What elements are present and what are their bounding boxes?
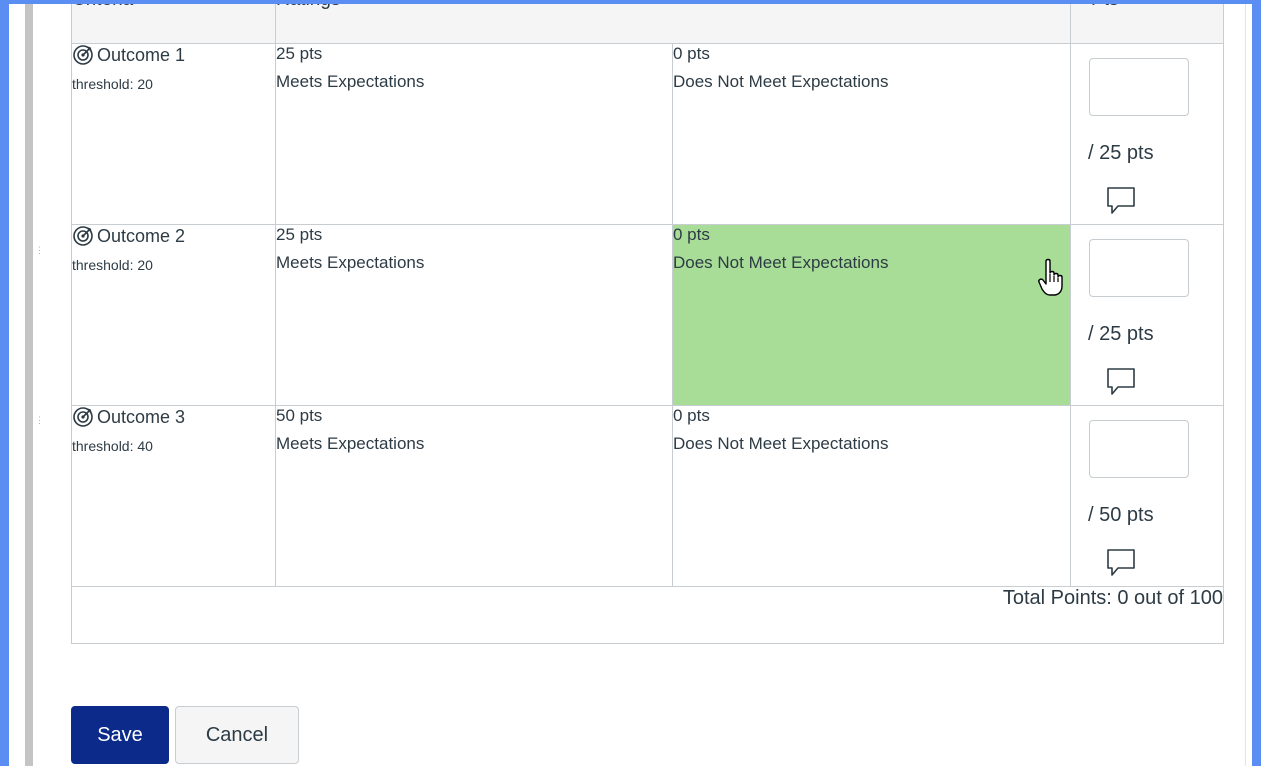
comment-icon[interactable] bbox=[1104, 365, 1138, 399]
points-cell: / 50 pts bbox=[1070, 405, 1225, 587]
criterion-name: Outcome 1 bbox=[97, 44, 186, 65]
target-icon bbox=[73, 407, 93, 427]
rating-cell[interactable]: 0 pts Does Not Meet Expectations bbox=[671, 405, 1072, 587]
criteria-column-header: Criteria bbox=[71, 4, 276, 44]
drag-handle-icon[interactable]: ⋮ bbox=[35, 246, 44, 255]
criterion-row: Outcome 3 threshold: 40 50 pts Meets Exp… bbox=[71, 405, 1225, 587]
points-cell: / 25 pts bbox=[1070, 43, 1225, 225]
criterion-row: Outcome 1 threshold: 20 25 pts Meets Exp… bbox=[71, 43, 1225, 225]
rating-description: Does Not Meet Expectations bbox=[673, 434, 889, 453]
total-points: Total Points: 0 out of 100 bbox=[70, 586, 1225, 644]
rating-description: Does Not Meet Expectations bbox=[673, 253, 889, 272]
points-cell: / 25 pts bbox=[1070, 224, 1225, 406]
points-input[interactable] bbox=[1089, 239, 1190, 297]
rating-points: 0 pts bbox=[673, 44, 710, 63]
criterion-cell: Outcome 1 threshold: 20 bbox=[71, 43, 276, 225]
points-out-of: / 50 pts bbox=[1088, 504, 1154, 526]
points-input[interactable] bbox=[1089, 420, 1190, 478]
rating-description: Does Not Meet Expectations bbox=[673, 72, 889, 91]
criterion-row: Outcome 2 threshold: 20 25 pts Meets Exp… bbox=[71, 224, 1225, 406]
left-border-bar bbox=[25, 4, 33, 766]
rating-points: 0 pts bbox=[673, 225, 710, 244]
target-icon bbox=[73, 226, 93, 246]
criterion-name: Outcome 3 bbox=[97, 406, 186, 427]
criterion-name: Outcome 2 bbox=[97, 225, 186, 246]
criterion-threshold: threshold: 20 bbox=[72, 76, 153, 92]
rating-description: Meets Expectations bbox=[276, 434, 425, 453]
rating-cell[interactable]: 25 pts Meets Expectations bbox=[275, 43, 673, 225]
rating-description: Meets Expectations bbox=[276, 253, 425, 272]
rubric-header-row: Criteria Ratings Pts bbox=[71, 4, 1225, 44]
rating-description: Meets Expectations bbox=[276, 72, 425, 91]
drag-handle-icon[interactable]: ⋮ bbox=[35, 416, 44, 425]
divider bbox=[1245, 4, 1246, 766]
points-out-of: / 25 pts bbox=[1088, 142, 1154, 164]
form-actions: Save Cancel bbox=[71, 706, 299, 764]
target-icon bbox=[73, 45, 93, 65]
rubric-panel: ⋮ ⋮ Criteria Ratings Pts Outcome 1 thres… bbox=[9, 4, 1252, 766]
ratings-column-header: Ratings bbox=[274, 4, 1072, 44]
rating-cell[interactable]: 0 pts Does Not Meet Expectations bbox=[671, 43, 1072, 225]
cancel-button[interactable]: Cancel bbox=[175, 706, 299, 764]
rating-points: 25 pts bbox=[276, 225, 323, 244]
rating-points: 50 pts bbox=[276, 406, 323, 425]
rating-points: 25 pts bbox=[276, 44, 323, 63]
criterion-cell: Outcome 2 threshold: 20 bbox=[71, 224, 276, 406]
rating-cell-selected[interactable]: 0 pts Does Not Meet Expectations bbox=[671, 224, 1072, 406]
criterion-threshold: threshold: 40 bbox=[72, 438, 153, 454]
points-out-of: / 25 pts bbox=[1088, 323, 1154, 345]
pts-column-header: Pts bbox=[1070, 4, 1225, 44]
hand-pointer-icon bbox=[1038, 258, 1063, 296]
total-row: Total Points: 0 out of 100 bbox=[70, 586, 1225, 644]
comment-icon[interactable] bbox=[1104, 184, 1138, 218]
rating-cell[interactable]: 50 pts Meets Expectations bbox=[275, 405, 673, 587]
criterion-cell: Outcome 3 threshold: 40 bbox=[71, 405, 276, 587]
comment-icon[interactable] bbox=[1104, 546, 1138, 580]
rubric-table: Criteria Ratings Pts Outcome 1 threshold… bbox=[70, 4, 1225, 644]
rating-cell[interactable]: 25 pts Meets Expectations bbox=[275, 224, 673, 406]
points-input[interactable] bbox=[1089, 58, 1190, 116]
rating-points: 0 pts bbox=[673, 406, 710, 425]
save-button[interactable]: Save bbox=[71, 706, 169, 764]
criterion-threshold: threshold: 20 bbox=[72, 257, 153, 273]
